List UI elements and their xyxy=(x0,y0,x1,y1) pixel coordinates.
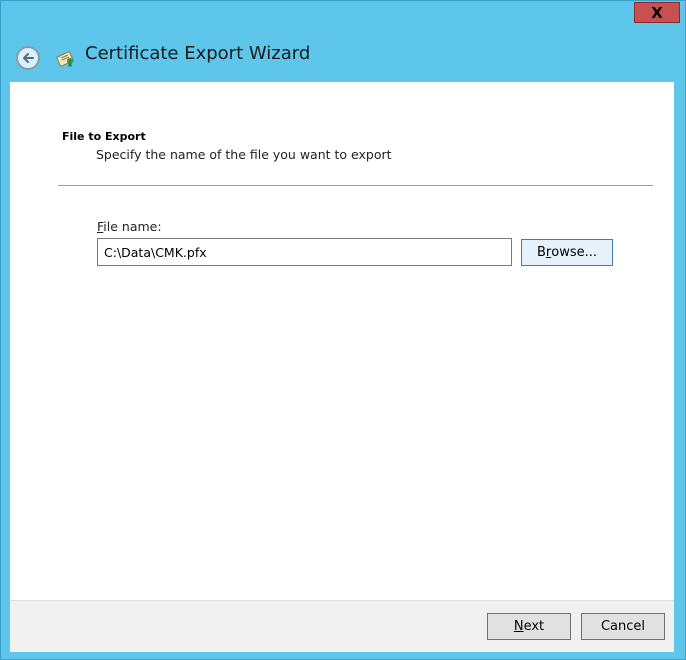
browse-label-pre: B xyxy=(536,245,546,260)
next-label-mnemonic: N xyxy=(513,619,524,634)
back-arrow-icon xyxy=(23,53,34,63)
wizard-title: Certificate Export Wizard xyxy=(85,43,311,64)
page-heading: File to Export xyxy=(62,130,146,143)
browse-button[interactable]: Br owse... xyxy=(521,239,613,266)
close-button[interactable]: X xyxy=(634,2,680,23)
header-divider xyxy=(58,185,653,186)
file-name-label: File name: xyxy=(97,219,162,234)
page-subheading: Specify the name of the file you want to… xyxy=(96,147,392,162)
cancel-button[interactable]: Cancel xyxy=(581,613,665,640)
close-icon: X xyxy=(651,3,663,22)
browse-label-rest: owse... xyxy=(551,245,598,260)
back-button[interactable] xyxy=(16,46,40,70)
wizard-window: X Certificate Export Wizard File to Expo… xyxy=(0,0,686,660)
certificate-icon xyxy=(56,51,74,67)
wizard-footer xyxy=(10,600,674,652)
next-button[interactable]: Next xyxy=(487,613,571,640)
file-name-input[interactable] xyxy=(97,238,512,266)
next-label-rest: ext xyxy=(523,619,545,634)
file-name-label-text: ile name: xyxy=(103,219,162,234)
